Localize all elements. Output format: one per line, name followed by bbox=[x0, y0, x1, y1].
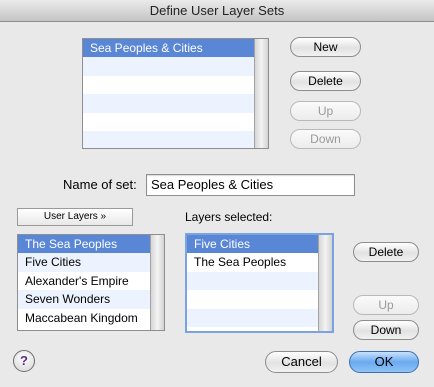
list-item[interactable]: Five Cities bbox=[187, 235, 332, 254]
list-item-empty bbox=[187, 290, 332, 308]
new-set-button[interactable]: New bbox=[290, 37, 361, 57]
move-layer-up-button[interactable]: Up bbox=[353, 295, 419, 315]
dialog-window: Define User Layer Sets Sea Peoples & Cit… bbox=[0, 0, 434, 387]
ok-button[interactable]: OK bbox=[349, 351, 419, 373]
window-title: Define User Layer Sets bbox=[0, 0, 434, 22]
move-set-up-button[interactable]: Up bbox=[290, 101, 361, 121]
list-item-empty bbox=[83, 130, 268, 148]
help-icon[interactable]: ? bbox=[13, 350, 35, 372]
layers-selected-label: Layers selected: bbox=[185, 210, 273, 224]
list-item-empty bbox=[83, 76, 268, 94]
move-set-down-button[interactable]: Down bbox=[290, 129, 361, 149]
name-of-set-label: Name of set: bbox=[63, 177, 137, 192]
list-item[interactable]: The Sea Peoples bbox=[18, 235, 164, 254]
selected-layers-scrollbar[interactable] bbox=[318, 235, 332, 331]
list-item[interactable]: Sea Peoples & Cities bbox=[83, 39, 268, 58]
list-item[interactable]: Alexander's Empire bbox=[18, 272, 164, 290]
delete-layer-button[interactable]: Delete bbox=[353, 242, 419, 262]
sets-list-scrollbar[interactable] bbox=[254, 39, 268, 148]
list-item-empty bbox=[83, 94, 268, 113]
cancel-button[interactable]: Cancel bbox=[265, 351, 338, 373]
list-item-empty bbox=[83, 113, 268, 131]
list-item-empty bbox=[83, 57, 268, 76]
user-layers-button[interactable]: User Layers » bbox=[17, 208, 133, 226]
list-item-empty bbox=[187, 271, 332, 291]
list-item[interactable]: Seven Wonders bbox=[18, 290, 164, 309]
layer-sets-list[interactable]: Sea Peoples & Cities bbox=[82, 38, 269, 149]
delete-set-button[interactable]: Delete bbox=[290, 71, 361, 91]
selected-layers-list[interactable]: Five Cities The Sea Peoples bbox=[185, 233, 334, 333]
name-of-set-field[interactable]: Sea Peoples & Cities bbox=[146, 174, 355, 196]
list-item[interactable]: Maccabean Kingdom bbox=[18, 309, 164, 327]
list-item[interactable]: The Sea Peoples bbox=[187, 253, 332, 271]
move-layer-down-button[interactable]: Down bbox=[353, 320, 419, 340]
available-layers-scrollbar[interactable] bbox=[150, 235, 164, 330]
available-layers-list[interactable]: The Sea Peoples Five Cities Alexander's … bbox=[17, 234, 165, 331]
list-item-empty bbox=[187, 308, 332, 327]
list-item[interactable]: Five Cities bbox=[18, 253, 164, 272]
